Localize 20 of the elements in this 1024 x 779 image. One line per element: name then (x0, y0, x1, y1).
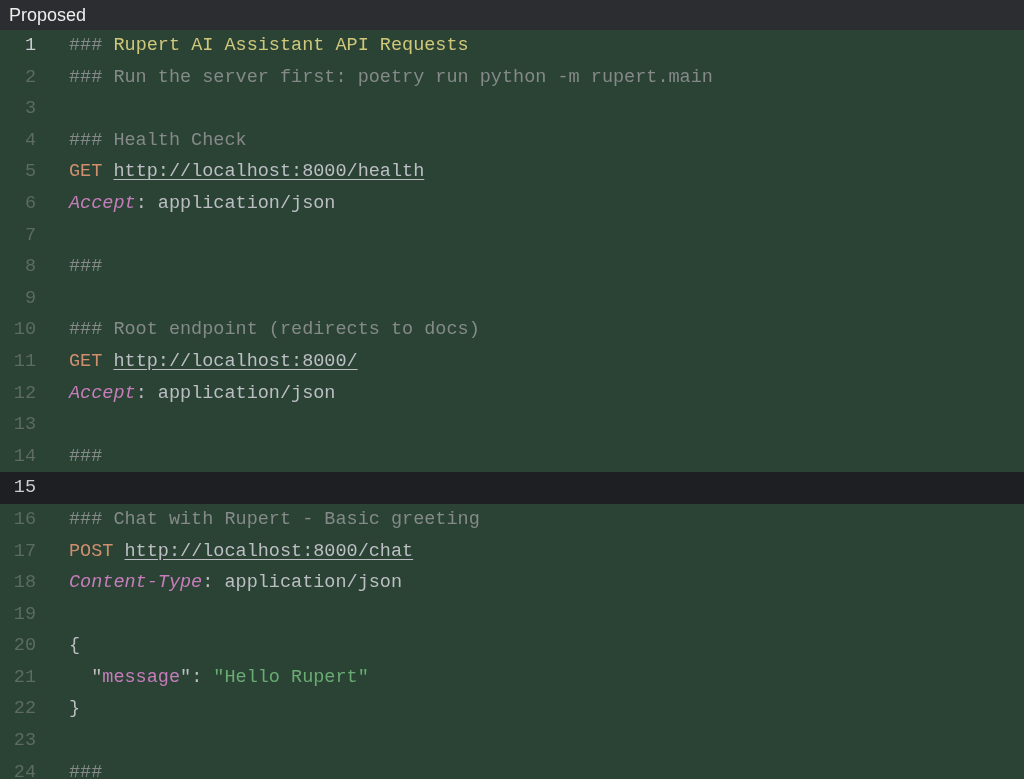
code-line: ### Run the server first: poetry run python -m rupert.main (69, 65, 713, 90)
code-line: ### Root endpoint (redirects to docs) (69, 318, 480, 343)
panel-title: Proposed (0, 0, 1024, 30)
code-line: ### (69, 444, 103, 469)
code-line: ### Chat with Rupert - Basic greeting (69, 507, 480, 532)
code-line: } (69, 697, 81, 722)
code-line: Accept: application/json (69, 191, 336, 216)
code-line: ### Health Check (69, 128, 247, 153)
code-line: "message": "Hello Rupert" (90, 665, 369, 690)
code-line: POST http://localhost:8000/chat (69, 539, 414, 564)
code-line: GET http://localhost:8000/ (69, 349, 358, 374)
code-line: ### Rupert AI Assistant API Requests (69, 34, 469, 58)
code-line: { (69, 634, 81, 659)
code-line: ### (69, 760, 103, 779)
code-line: GET http://localhost:8000/health (69, 160, 425, 185)
code-line: Accept: application/json (69, 381, 336, 406)
code-line: ### (69, 255, 103, 280)
code-line: Content-Type: application/json (69, 571, 403, 596)
line-number: 15 (12, 476, 36, 501)
line-number: 1 (23, 34, 36, 58)
